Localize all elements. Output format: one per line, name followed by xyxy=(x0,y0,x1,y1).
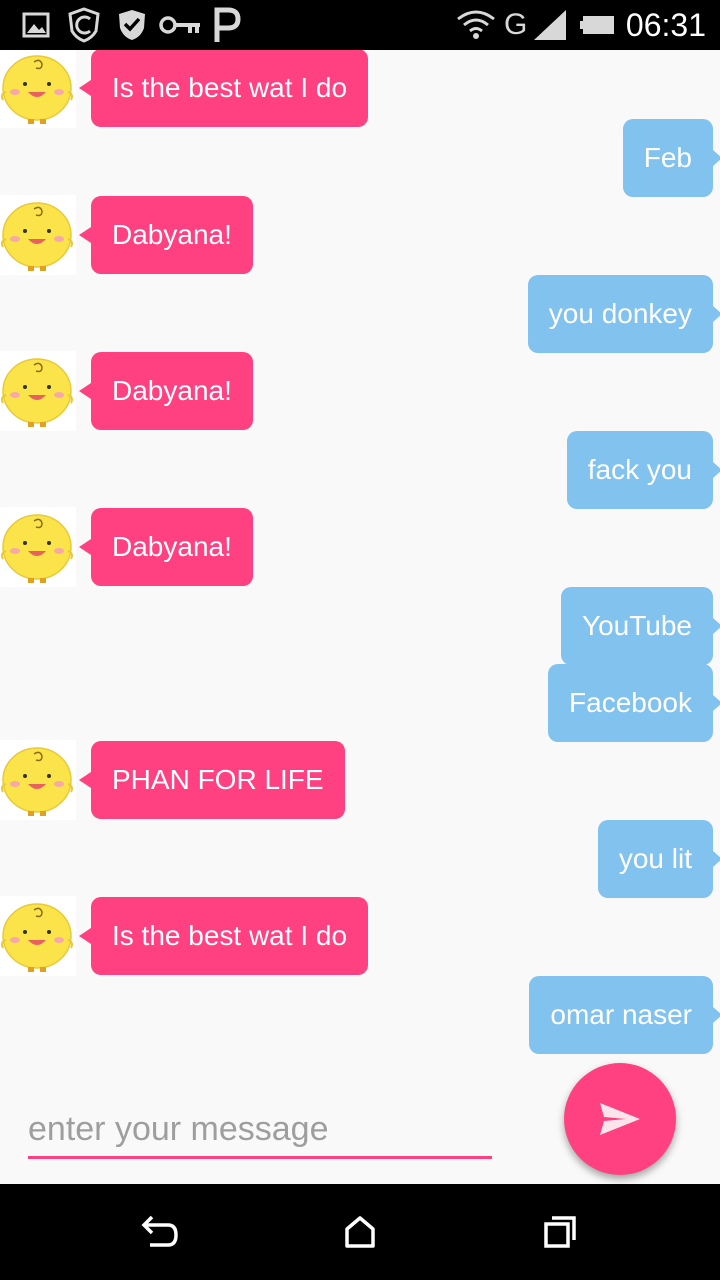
bot-message-bubble[interactable]: Is the best wat I do xyxy=(78,897,369,975)
bot-message-bubble[interactable]: Dabyana! xyxy=(79,508,253,586)
clock-time: 06:31 xyxy=(625,7,706,43)
bot-message-bubble[interactable]: Dabyana! xyxy=(79,196,253,274)
send-button[interactable] xyxy=(564,1063,676,1175)
navigation-bar xyxy=(0,1184,720,1280)
user-message-row: you donkey xyxy=(0,274,720,354)
key-icon xyxy=(158,8,202,42)
bot-message-bubble[interactable]: PHAN FOR LIFE xyxy=(79,741,345,819)
back-button[interactable] xyxy=(130,1202,190,1262)
p-icon xyxy=(212,7,242,42)
user-message-row: omar naser xyxy=(0,975,720,1055)
chat-message-list[interactable]: Is the best wat I do Feb Dabyana! you donke… xyxy=(0,50,720,1084)
bot-message-bubble[interactable]: Is the best wat I do xyxy=(78,50,369,127)
checkmark-shield-icon xyxy=(116,8,148,42)
message-input[interactable] xyxy=(28,1102,492,1159)
user-message-row: YouTube xyxy=(0,586,720,666)
status-bar: G 06:31 xyxy=(0,0,720,50)
bot-avatar xyxy=(0,507,76,587)
recents-icon xyxy=(544,1216,576,1248)
bot-avatar xyxy=(0,195,76,275)
bot-message-row: Is the best wat I do xyxy=(0,896,720,976)
bot-avatar xyxy=(0,351,76,431)
shield-icon xyxy=(66,7,102,43)
user-message-bubble[interactable]: Facebook xyxy=(548,664,720,742)
bot-avatar xyxy=(0,50,76,128)
user-message-bubble[interactable]: Feb xyxy=(622,119,720,197)
user-message-row: Feb xyxy=(0,118,720,198)
user-message-row: fack you xyxy=(0,430,720,510)
bot-message-row: Is the best wat I do xyxy=(0,50,720,128)
bot-message-row: PHAN FOR LIFE xyxy=(0,740,720,820)
user-message-bubble[interactable]: fack you xyxy=(566,431,720,509)
home-button[interactable] xyxy=(330,1202,390,1262)
back-icon xyxy=(141,1215,178,1247)
recents-button[interactable] xyxy=(530,1202,590,1262)
home-icon xyxy=(345,1216,375,1248)
bot-avatar xyxy=(0,740,76,820)
wifi-icon xyxy=(456,8,496,42)
bot-message-bubble[interactable]: Dabyana! xyxy=(79,352,253,430)
user-message-bubble[interactable]: you lit xyxy=(597,820,720,898)
user-message-bubble[interactable]: omar naser xyxy=(529,976,720,1054)
bot-message-row: Dabyana! xyxy=(0,507,720,587)
user-message-bubble[interactable]: YouTube xyxy=(560,587,720,665)
signal-icon xyxy=(532,8,568,42)
bot-message-row: Dabyana! xyxy=(0,195,720,275)
network-type-label: G xyxy=(504,8,528,41)
user-message-row: you lit xyxy=(0,819,720,899)
send-icon xyxy=(600,1103,640,1135)
user-message-bubble[interactable]: you donkey xyxy=(527,275,720,353)
bot-avatar xyxy=(0,896,76,976)
user-message-row: Facebook xyxy=(0,663,720,743)
image-icon xyxy=(22,8,50,42)
bot-message-row: Dabyana! xyxy=(0,351,720,431)
battery-icon xyxy=(580,8,616,42)
